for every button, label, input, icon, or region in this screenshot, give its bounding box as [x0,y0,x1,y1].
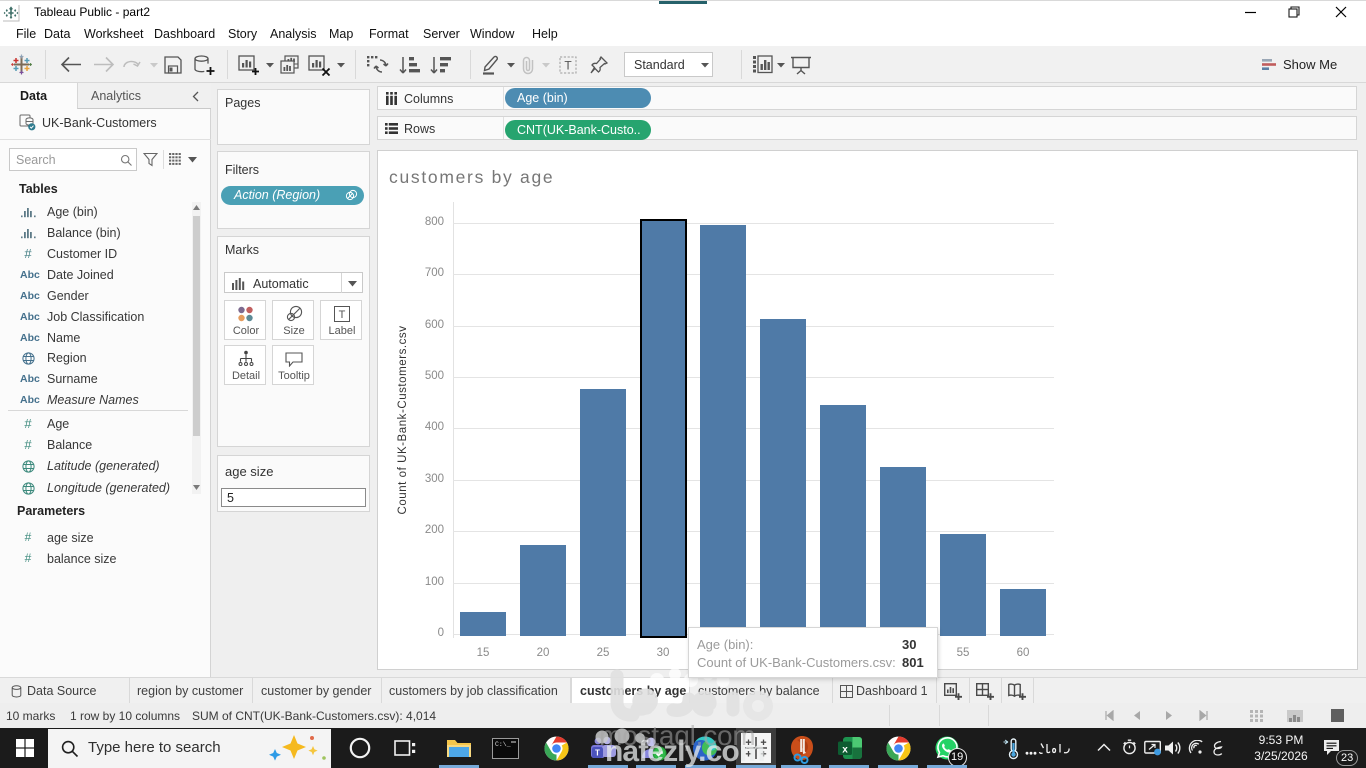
svg-text:x: x [842,745,848,756]
svg-text:C:\_: C:\_ [495,741,511,748]
svg-text:T: T [564,59,572,73]
svg-text:T: T [339,309,346,321]
